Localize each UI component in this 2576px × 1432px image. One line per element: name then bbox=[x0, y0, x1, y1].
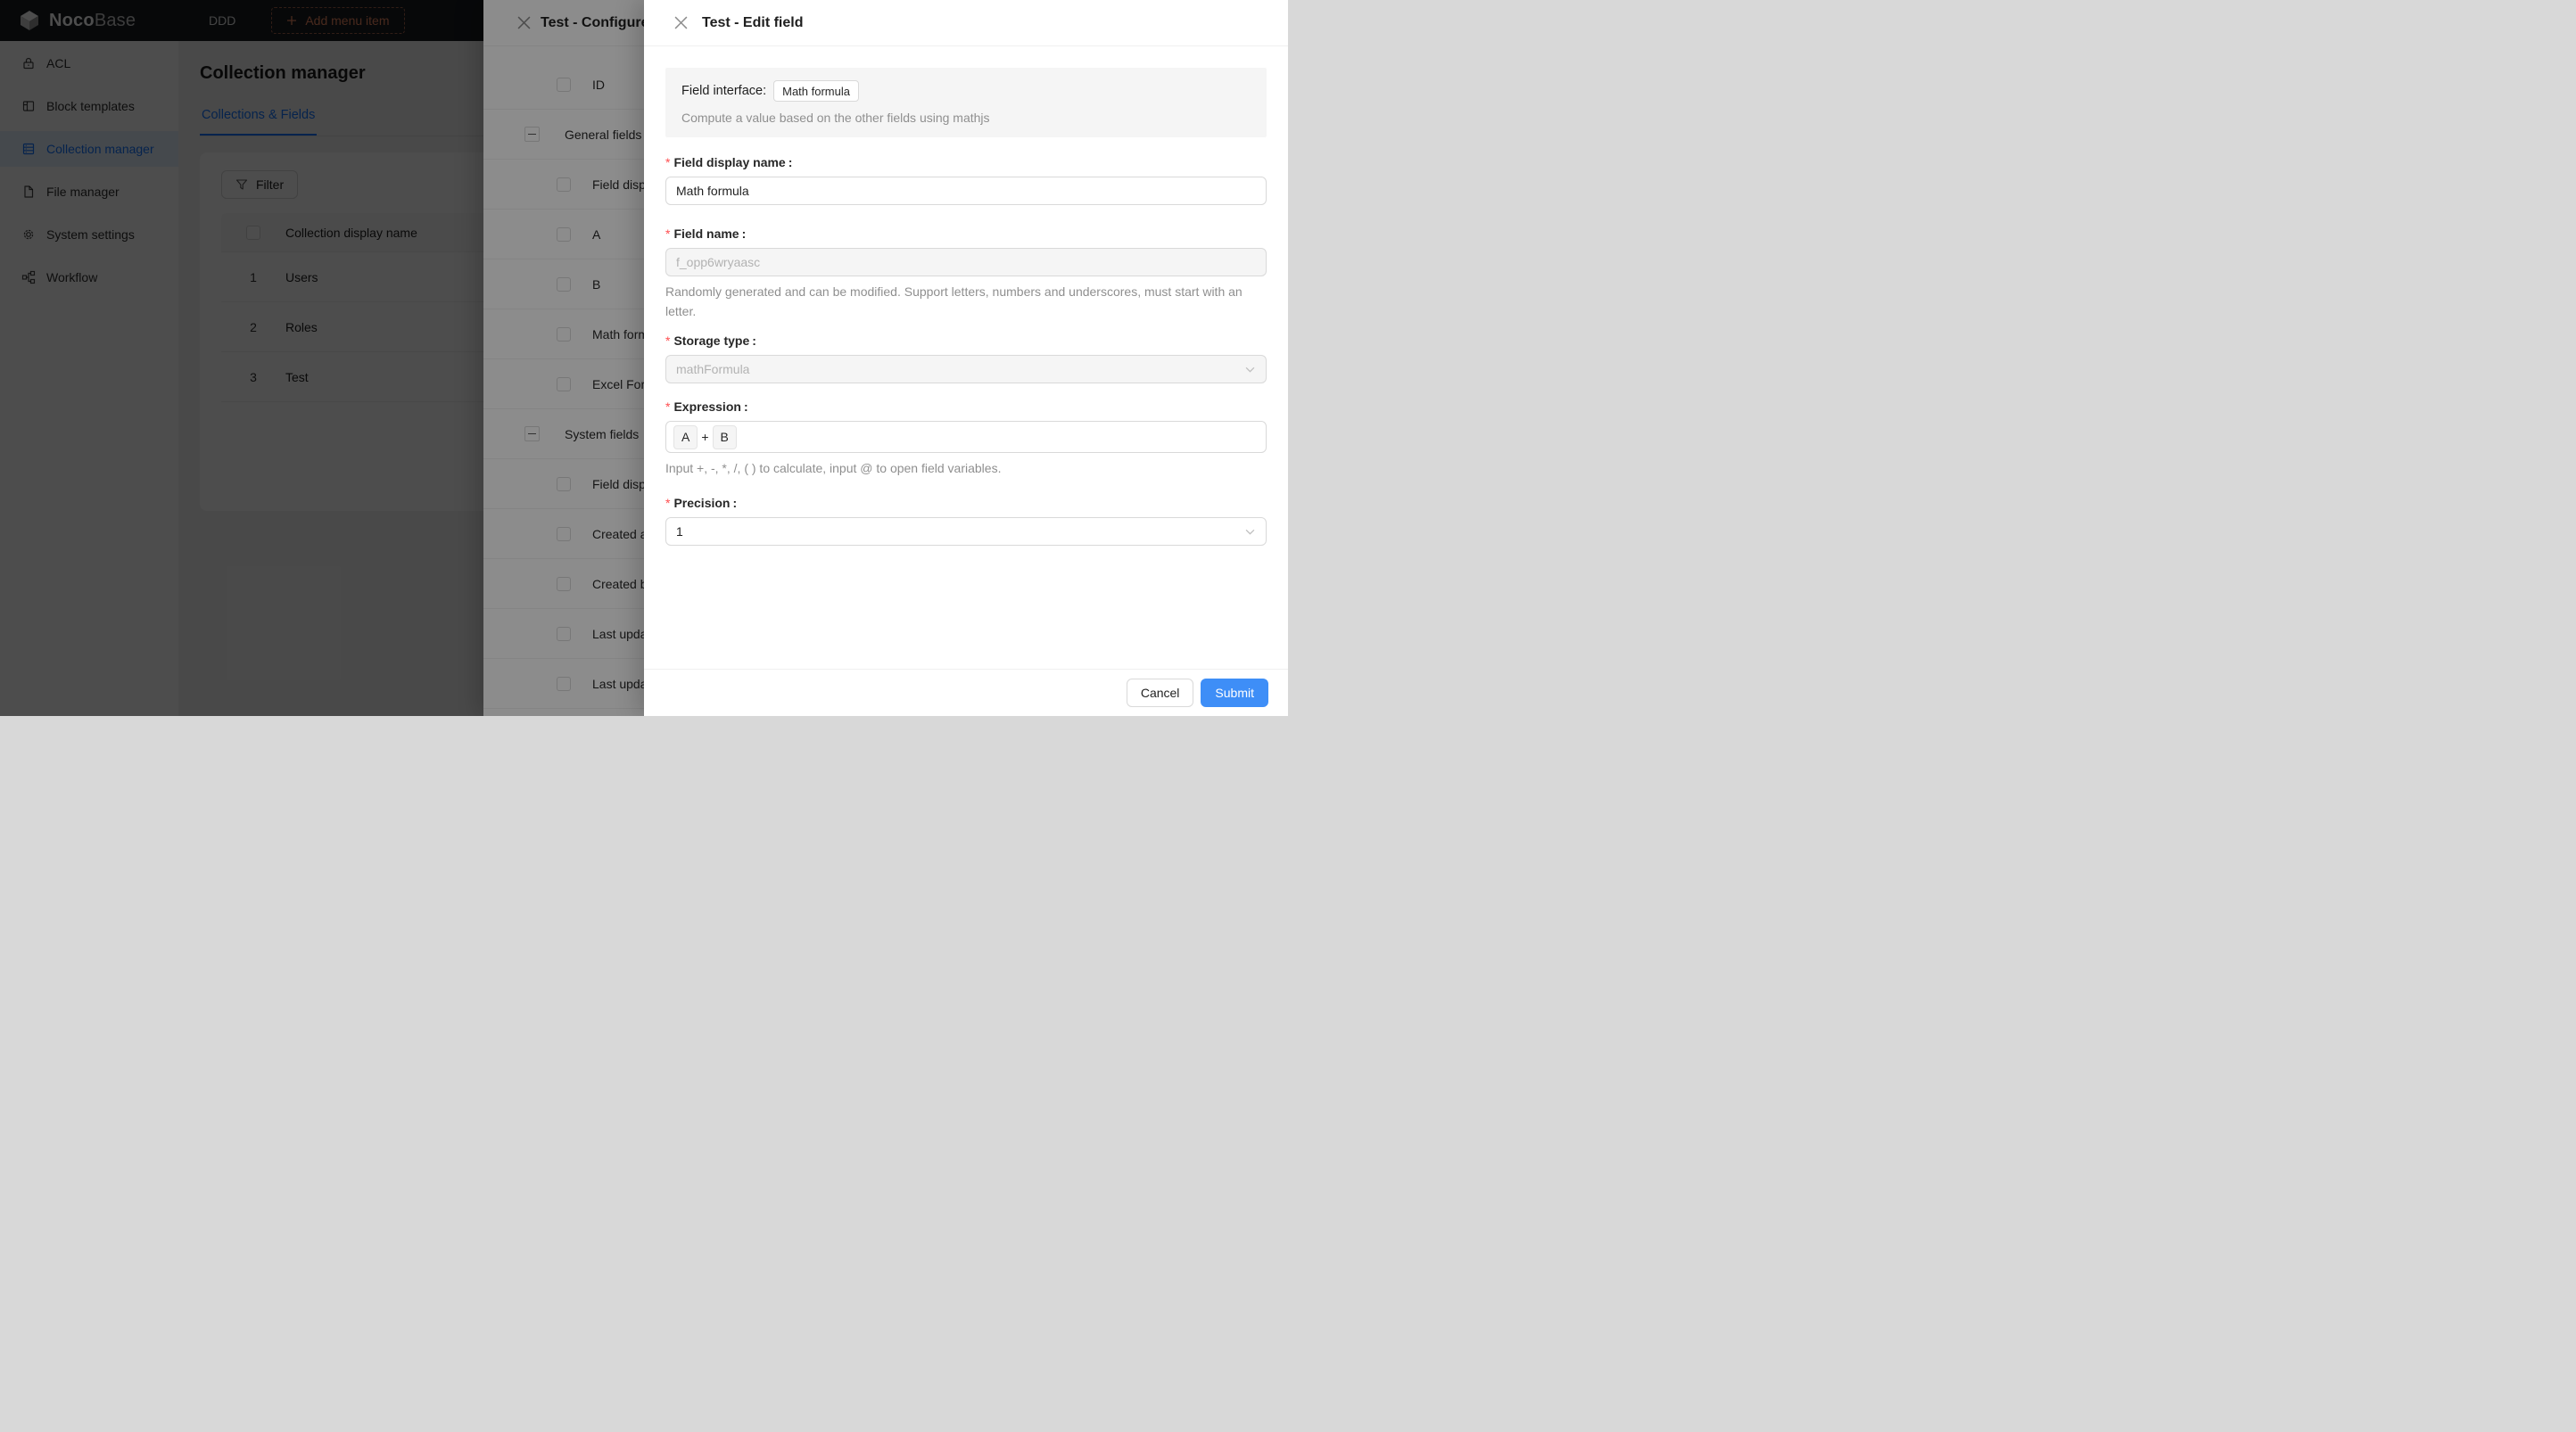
required-asterisk: * bbox=[665, 333, 671, 348]
required-asterisk: * bbox=[665, 399, 671, 414]
chevron-down-icon bbox=[1245, 529, 1255, 535]
edit-drawer-title: Test - Edit field bbox=[702, 14, 804, 30]
precision-value: 1 bbox=[676, 524, 683, 539]
edit-field-drawer: Test - Edit field Field interface: Math … bbox=[644, 0, 1288, 716]
chevron-down-icon bbox=[1245, 366, 1255, 373]
precision-select[interactable]: 1 bbox=[665, 517, 1267, 546]
precision-label: Precision bbox=[673, 496, 737, 510]
storage-type-label: Storage type bbox=[673, 333, 755, 348]
expression-token-a[interactable]: A bbox=[673, 424, 698, 449]
storage-type-select: mathFormula bbox=[665, 355, 1267, 383]
expression-helper-text: Input +, -, *, /, ( ) to calculate, inpu… bbox=[665, 461, 1002, 475]
expression-operator: + bbox=[701, 430, 709, 444]
form-item-expression: *Expression A + B Input +, -, *, /, ( ) … bbox=[665, 399, 1267, 478]
expression-label: Expression bbox=[673, 399, 747, 414]
field-interface-description: Compute a value based on the other field… bbox=[681, 111, 990, 125]
storage-type-value: mathFormula bbox=[676, 362, 750, 376]
field-interface-box: Field interface: Math formula Compute a … bbox=[665, 68, 1267, 137]
edit-drawer-header: Test - Edit field bbox=[644, 0, 1288, 46]
close-icon[interactable] bbox=[673, 15, 689, 31]
form-item-field-name: *Field name f_opp6wryaasc Randomly gener… bbox=[665, 226, 1267, 321]
field-display-name-label: Field display name bbox=[673, 155, 792, 169]
edit-drawer-footer: Cancel Submit bbox=[644, 669, 1288, 716]
field-interface-tag: Math formula bbox=[773, 80, 859, 102]
cancel-button[interactable]: Cancel bbox=[1126, 679, 1194, 707]
expression-token-b[interactable]: B bbox=[712, 424, 737, 449]
edit-drawer-body: Field interface: Math formula Compute a … bbox=[644, 46, 1288, 669]
required-asterisk: * bbox=[665, 496, 671, 510]
required-asterisk: * bbox=[665, 226, 671, 241]
form-item-precision: *Precision 1 bbox=[665, 496, 1267, 546]
submit-button[interactable]: Submit bbox=[1201, 679, 1268, 707]
expression-input[interactable]: A + B bbox=[665, 421, 1267, 453]
field-name-label: Field name bbox=[673, 226, 746, 241]
app-window: NocoBase DDD Add menu item ACL Block temp… bbox=[0, 0, 1288, 716]
field-name-helper-text: Randomly generated and can be modified. … bbox=[665, 284, 1243, 318]
field-name-input: f_opp6wryaasc bbox=[665, 248, 1267, 276]
field-display-name-input[interactable]: Math formula bbox=[665, 177, 1267, 205]
field-interface-label: Field interface: bbox=[681, 84, 767, 98]
form-item-field-display-name: *Field display name Math formula bbox=[665, 155, 1267, 205]
required-asterisk: * bbox=[665, 155, 671, 169]
form-item-storage-type: *Storage type mathFormula bbox=[665, 333, 1267, 383]
